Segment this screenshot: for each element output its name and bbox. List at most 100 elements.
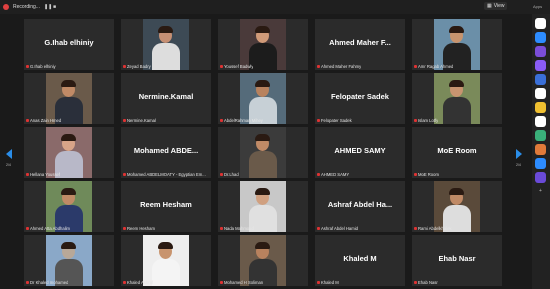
participant-display-name: Nermine.Kamal	[138, 92, 194, 101]
participant-name-label: Reem Hesham	[123, 226, 155, 231]
muted-mic-icon	[414, 281, 417, 284]
participant-tile[interactable]: Rami Abdelkhalek	[412, 181, 502, 232]
app-icon-2[interactable]	[535, 32, 546, 43]
participant-tile[interactable]: Ahmed Atta Abdhalim	[24, 181, 114, 232]
participant-tile[interactable]: Reem Hesham Reem Hesham	[121, 181, 211, 232]
participant-name-label: G.Ihab elhiniy	[26, 64, 56, 69]
muted-mic-icon	[317, 173, 320, 176]
participant-name: Islam Lotfy	[418, 118, 439, 123]
participant-name-label: Anas Zain Hmed	[26, 118, 61, 123]
participant-name: MoE Room	[418, 172, 439, 177]
participant-tile[interactable]: Dr Khaled mohamed	[24, 235, 114, 286]
participant-name: Mohamed H Soliman	[224, 280, 264, 285]
app-icon-8[interactable]	[535, 116, 546, 127]
app-icon-3[interactable]	[535, 46, 546, 57]
participant-name: G.Ihab elhiniy	[30, 64, 56, 69]
participant-video	[434, 73, 480, 124]
participant-tile[interactable]: Hellana Youssef	[24, 127, 114, 178]
participant-name: AbdelRahman Mihey	[224, 118, 263, 123]
participant-tile[interactable]: Amr Ragab Ahmed	[412, 19, 502, 70]
pause-icon[interactable]: ❚❚	[44, 4, 52, 10]
participant-name: Zeyad Badry	[127, 64, 151, 69]
app-icon-6[interactable]	[535, 88, 546, 99]
participant-tile[interactable]: Nada Mahmoud	[218, 181, 308, 232]
participant-tile[interactable]: Felopater Sadek Felopater Sadek	[315, 73, 405, 124]
muted-mic-icon	[414, 227, 417, 230]
app-icon-9[interactable]	[535, 130, 546, 141]
muted-mic-icon	[220, 65, 223, 68]
participant-name: Ahmed Maher Fahmy	[321, 64, 362, 69]
participant-tile[interactable]: Dr.Lhad	[218, 127, 308, 178]
participant-video	[240, 19, 286, 70]
top-bar: Recording... ❚❚ ■ ▦ View Apps	[0, 0, 550, 14]
participant-name: Ashraf Abdel Hamid	[321, 226, 359, 231]
previous-page-arrow-icon[interactable]	[6, 149, 12, 159]
participant-tile[interactable]: Islam Lotfy	[412, 73, 502, 124]
participant-tile[interactable]: AHMED SAMY AHMED SAMY	[315, 127, 405, 178]
muted-mic-icon	[123, 119, 126, 122]
participant-display-name: AHMED SAMY	[334, 146, 386, 155]
participant-display-name: Ashraf Abdel Ha...	[327, 200, 393, 209]
participant-video	[434, 19, 480, 70]
participant-name: Anas Zain Hmed	[30, 118, 62, 123]
app-icon-1[interactable]	[535, 18, 546, 29]
recording-label: Recording...	[13, 4, 40, 10]
apps-sidebar: +	[532, 14, 550, 289]
view-button[interactable]: ▦ View	[484, 2, 508, 10]
participant-tile[interactable]: Ahmed Maher F... Ahmed Maher Fahmy	[315, 19, 405, 70]
participant-tile[interactable]: MoE Room MoE Room	[412, 127, 502, 178]
participant-display-name: MoE Room	[437, 146, 477, 155]
participant-tile[interactable]: Khaled M Khaled M	[315, 235, 405, 286]
participant-tile[interactable]: Ashraf Abdel Ha... Ashraf Abdel Hamid	[315, 181, 405, 232]
muted-mic-icon	[220, 173, 223, 176]
app-icon-12[interactable]	[535, 172, 546, 183]
page-indicator-right: 2/4	[516, 163, 521, 167]
participant-tile[interactable]: Zeyad Badry	[121, 19, 211, 70]
participant-name-label: Mohamed ABDELMOATY - Egyptian Em...	[123, 172, 206, 177]
participant-name-label: Dr.Lhad	[220, 172, 239, 177]
participant-name: Reem Hesham	[127, 226, 155, 231]
participant-tile[interactable]: Nermine.Kamal Nermine.Kamal	[121, 73, 211, 124]
participant-display-name: Ahmed Maher F...	[329, 38, 391, 47]
participant-name: AHMED SAMY	[321, 172, 350, 177]
participant-tile[interactable]: G.Ihab elhiniy G.Ihab elhiniy	[24, 19, 114, 70]
participant-tile[interactable]: Khaled Ashraf	[121, 235, 211, 286]
participant-video	[240, 235, 286, 286]
muted-mic-icon	[220, 281, 223, 284]
participant-video	[46, 235, 92, 286]
participant-video	[46, 181, 92, 232]
participant-name-label: Ashraf Abdel Hamid	[317, 226, 358, 231]
participant-tile[interactable]: Youssef Badwly	[218, 19, 308, 70]
participant-tile[interactable]: AbdelRahman Mihey	[218, 73, 308, 124]
grid-icon: ▦	[487, 3, 492, 9]
muted-mic-icon	[26, 119, 29, 122]
app-icon-5[interactable]	[535, 74, 546, 85]
participant-display-name: Reem Hesham	[140, 200, 192, 209]
app-icon-11[interactable]	[535, 158, 546, 169]
muted-mic-icon	[26, 173, 29, 176]
participant-name-label: AbdelRahman Mihey	[220, 118, 263, 123]
participant-tile[interactable]: Anas Zain Hmed	[24, 73, 114, 124]
record-dot-icon	[3, 4, 9, 10]
participant-video	[240, 73, 286, 124]
participant-name-label: Hellana Youssef	[26, 172, 60, 177]
app-icon-7[interactable]	[535, 102, 546, 113]
participant-tile[interactable]: Ehab Nasr Ehab Nasr	[412, 235, 502, 286]
participant-video	[143, 235, 189, 286]
participant-tile[interactable]: Mohamed H Soliman	[218, 235, 308, 286]
add-app-icon[interactable]: +	[535, 186, 546, 197]
app-icon-10[interactable]	[535, 144, 546, 155]
muted-mic-icon	[26, 65, 29, 68]
participant-video	[240, 127, 286, 178]
muted-mic-icon	[414, 119, 417, 122]
next-page-arrow-icon[interactable]	[516, 149, 522, 159]
app-icon-4[interactable]	[535, 60, 546, 71]
participant-name-label: Youssef Badwly	[220, 64, 253, 69]
participant-name-label: Ahmed Maher Fahmy	[317, 64, 361, 69]
recording-indicator[interactable]: Recording... ❚❚ ■	[3, 2, 58, 12]
muted-mic-icon	[220, 119, 223, 122]
stop-icon[interactable]: ■	[53, 4, 58, 10]
muted-mic-icon	[414, 173, 417, 176]
participant-tile[interactable]: Mohamed ABDE... Mohamed ABDELMOATY - Egyp…	[121, 127, 211, 178]
participant-display-name: Khaled M	[343, 254, 377, 263]
